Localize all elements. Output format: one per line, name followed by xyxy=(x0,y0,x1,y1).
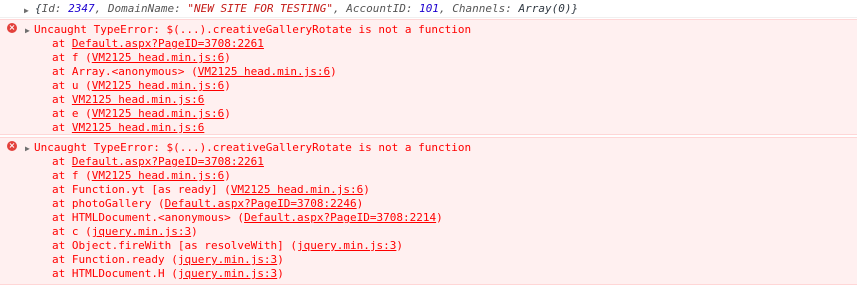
stack-frame-link[interactable]: VM2125 head.min.js:6 xyxy=(92,79,224,92)
error-icon: × xyxy=(7,23,17,33)
stack-frame: at Function.yt [as ready] (VM2125 head.m… xyxy=(52,183,370,196)
object-value-channels: Array(0) xyxy=(518,2,572,15)
object-brace-close: } xyxy=(571,2,579,15)
error-message-text: Uncaught TypeError: $(...).creativeGalle… xyxy=(34,23,472,36)
stack-frame-link[interactable]: Default.aspx?PageID=3708:2214 xyxy=(244,211,436,224)
stack-frame: at e (VM2125 head.min.js:6) xyxy=(52,107,231,120)
stack-frame-link[interactable]: VM2125 head.min.js:6 xyxy=(92,107,224,120)
devtools-console: ▶ {Id: 2347, DomainName: "NEW SITE FOR T… xyxy=(0,0,857,289)
stack-frame: at Function.ready (jquery.min.js:3) xyxy=(52,253,284,266)
stack-frame-link[interactable]: jquery.min.js:3 xyxy=(92,225,191,238)
object-key-channels: , Channels: xyxy=(439,2,519,15)
stack-frame: at Object.fireWith [as resolveWith] (jqu… xyxy=(52,239,404,252)
stack-frame-link[interactable]: Default.aspx?PageID=3708:2246 xyxy=(165,197,357,210)
stack-frame-link[interactable]: VM2125 head.min.js:6 xyxy=(198,65,330,78)
stack-frame: at HTMLDocument.H (jquery.min.js:3) xyxy=(52,267,284,280)
console-error-message[interactable]: × ▶ Uncaught TypeError: $(...).creativeG… xyxy=(0,19,857,135)
stack-frame: at VM2125 head.min.js:6 xyxy=(52,121,205,134)
stack-frame-link[interactable]: jquery.min.js:3 xyxy=(178,253,277,266)
stack-frame: at u (VM2125 head.min.js:6) xyxy=(52,79,231,92)
object-brace-open: { xyxy=(35,2,42,15)
stack-frame-link[interactable]: VM2125 head.min.js:6 xyxy=(92,51,224,64)
error-icon: × xyxy=(7,141,17,151)
object-preview[interactable]: {Id: 2347, DomainName: "NEW SITE FOR TES… xyxy=(24,2,578,15)
object-value-id: 2347 xyxy=(68,2,95,15)
stack-frame-link[interactable]: Default.aspx?PageID=3708:2261 xyxy=(72,37,264,50)
expand-triangle-icon[interactable]: ▶ xyxy=(24,4,29,18)
object-key-domain: , DomainName: xyxy=(94,2,188,15)
object-value-domain: "NEW SITE FOR TESTING" xyxy=(187,2,334,15)
error-message-text: Uncaught TypeError: $(...).creativeGalle… xyxy=(34,141,472,154)
stack-frame-link[interactable]: jquery.min.js:3 xyxy=(178,267,277,280)
expand-triangle-icon[interactable]: ▶ xyxy=(25,142,30,156)
expand-triangle-icon[interactable]: ▶ xyxy=(25,24,30,38)
stack-frame: at Default.aspx?PageID=3708:2261 xyxy=(52,37,264,50)
object-key-account: , AccountID: xyxy=(333,2,420,15)
stack-trace: at Default.aspx?PageID=3708:2261 at f (V… xyxy=(0,37,857,135)
stack-frame: at f (VM2125 head.min.js:6) xyxy=(52,51,231,64)
stack-frame: at c (jquery.min.js:3) xyxy=(52,225,198,238)
console-object-message[interactable]: ▶ {Id: 2347, DomainName: "NEW SITE FOR T… xyxy=(0,0,857,18)
stack-frame-link[interactable]: VM2125 head.min.js:6 xyxy=(72,121,204,134)
stack-frame-link[interactable]: VM2125 head.min.js:6 xyxy=(231,183,363,196)
stack-frame: at VM2125 head.min.js:6 xyxy=(52,93,205,106)
stack-frame: at HTMLDocument.<anonymous> (Default.asp… xyxy=(52,211,443,224)
stack-frame: at Array.<anonymous> (VM2125 head.min.js… xyxy=(52,65,337,78)
stack-frame-link[interactable]: Default.aspx?PageID=3708:2261 xyxy=(72,155,264,168)
stack-frame: at Default.aspx?PageID=3708:2261 xyxy=(52,155,264,168)
stack-frame-link[interactable]: jquery.min.js:3 xyxy=(297,239,396,252)
stack-frame: at photoGallery (Default.aspx?PageID=370… xyxy=(52,197,364,210)
console-error-message[interactable]: × ▶ Uncaught TypeError: $(...).creativeG… xyxy=(0,137,857,285)
stack-frame-link[interactable]: VM2125 head.min.js:6 xyxy=(92,169,224,182)
object-key-id: Id: xyxy=(41,2,69,15)
stack-trace: at Default.aspx?PageID=3708:2261 at f (V… xyxy=(0,155,857,281)
stack-frame: at f (VM2125 head.min.js:6) xyxy=(52,169,231,182)
stack-frame-link[interactable]: VM2125 head.min.js:6 xyxy=(72,93,204,106)
object-value-account: 101 xyxy=(419,2,440,15)
